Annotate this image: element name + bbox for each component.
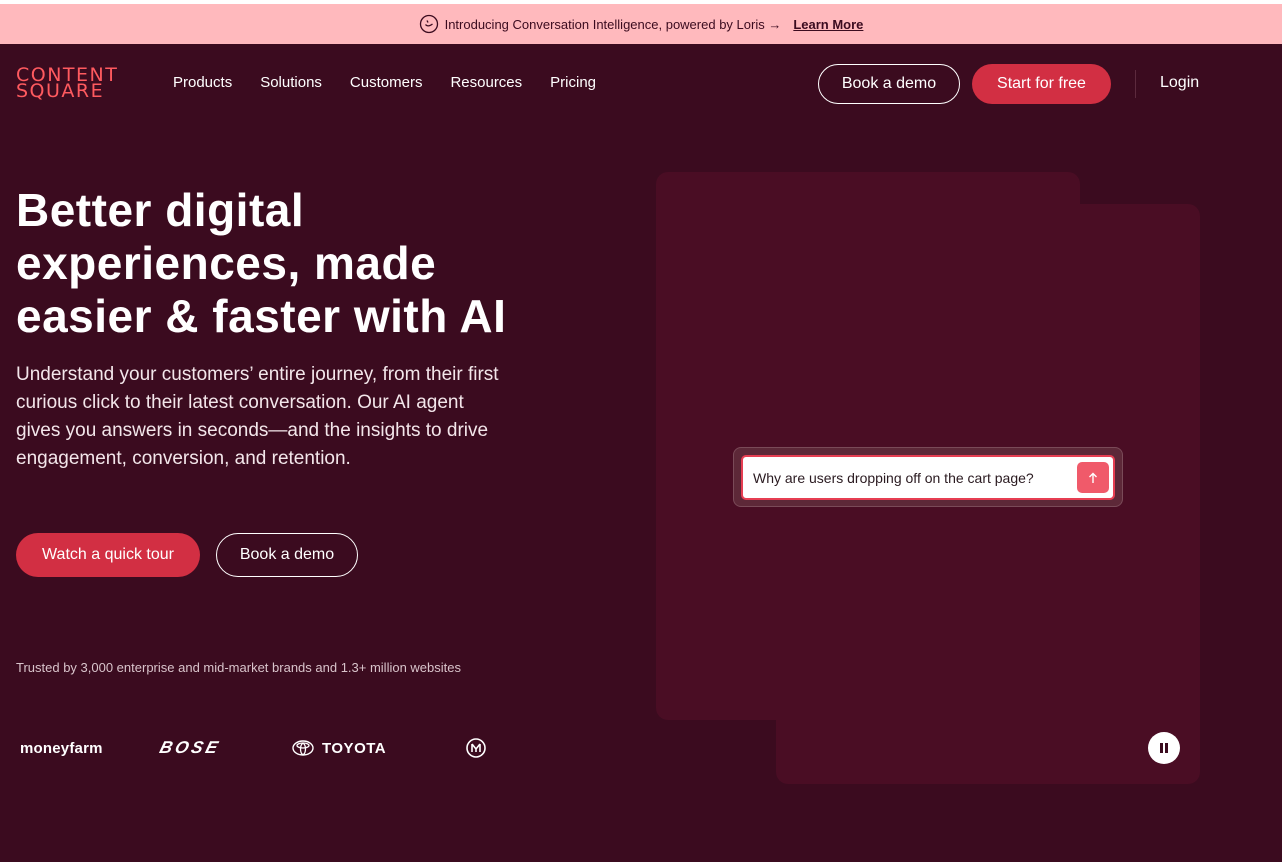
pause-icon (1159, 742, 1169, 754)
announcement-bar[interactable]: Introducing Conversation Intelligence, p… (0, 4, 1282, 44)
main-nav: Products Solutions Customers Resources P… (173, 74, 596, 91)
moneyfarm-logo: moneyfarm (20, 739, 103, 757)
hero-title: Better digital experiences, made easier … (16, 184, 507, 342)
send-arrow-icon (1088, 472, 1098, 484)
inter-logo (466, 735, 486, 761)
ai-spark-icon (419, 14, 439, 34)
ai-prompt-input[interactable]: Why are users dropping off on the cart p… (741, 455, 1115, 500)
header-book-demo-button[interactable]: Book a demo (818, 64, 960, 104)
login-link[interactable]: Login (1160, 74, 1199, 92)
nav-customers[interactable]: Customers (350, 74, 423, 91)
header-divider (1135, 70, 1136, 98)
learn-more-link[interactable]: Learn More (793, 17, 863, 32)
nav-resources[interactable]: Resources (450, 74, 522, 91)
watch-tour-button[interactable]: Watch a quick tour (16, 533, 200, 577)
start-free-button[interactable]: Start for free (972, 64, 1111, 104)
inter-emblem-icon (466, 738, 486, 758)
toyota-emblem-icon (292, 740, 314, 756)
send-button[interactable] (1077, 462, 1109, 493)
ai-prompt-text: Why are users dropping off on the cart p… (753, 469, 1034, 486)
announcement-text: Introducing Conversation Intelligence, p… (444, 16, 782, 32)
toyota-logo: TOYOTA (292, 735, 392, 761)
customer-logos: moneyfarm BOSE TOYOTA (20, 735, 500, 761)
nav-products[interactable]: Products (173, 74, 232, 91)
pause-button[interactable] (1148, 732, 1180, 764)
bose-logo: BOSE (157, 738, 223, 757)
nav-pricing[interactable]: Pricing (550, 74, 596, 91)
contentsquare-logo[interactable]: CONTENT SQUARE (16, 66, 118, 101)
hero-book-demo-button[interactable]: Book a demo (216, 533, 358, 577)
nav-solutions[interactable]: Solutions (260, 74, 322, 91)
trusted-text: Trusted by 3,000 enterprise and mid-mark… (16, 660, 461, 675)
hero-subtitle: Understand your customers’ entire journe… (16, 364, 499, 469)
